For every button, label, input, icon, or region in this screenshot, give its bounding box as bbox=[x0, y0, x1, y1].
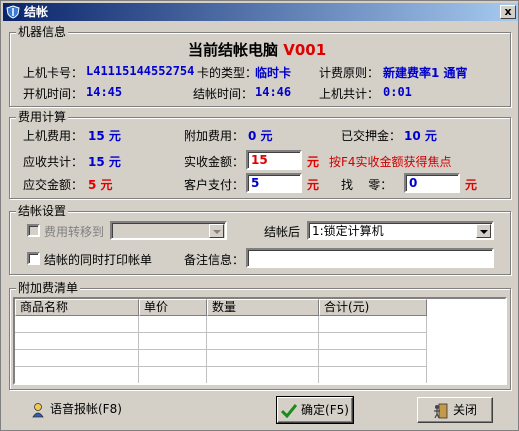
after-checkout-select[interactable]: 1:锁定计算机 bbox=[307, 221, 494, 240]
title-bar: 结帐 x bbox=[3, 3, 518, 21]
exit-door-icon bbox=[433, 403, 448, 418]
actual-amount-label: 实收金额： bbox=[184, 155, 245, 169]
total-time-label: 上机共计： bbox=[319, 87, 380, 101]
voice-report-label: 语音报帐(F8) bbox=[50, 402, 122, 416]
extra-fee-value: 0 元 bbox=[248, 129, 273, 143]
payable-value: 5 元 bbox=[88, 178, 113, 192]
total-time-value: 0:01 bbox=[383, 85, 412, 99]
change-label: 找 零： bbox=[341, 178, 393, 192]
fee-calc-group: 费用计算 上机费用： 15 元 附加费用： 0 元 已交押金： 10 元 应收共… bbox=[9, 110, 511, 199]
column-header-total[interactable]: 合计(元) bbox=[319, 299, 427, 316]
transfer-fee-label: 费用转移到 bbox=[44, 225, 105, 239]
start-time-label: 开机时间： bbox=[23, 87, 84, 101]
machine-info-legend: 机器信息 bbox=[16, 25, 69, 39]
receivable-label: 应收共计： bbox=[23, 155, 84, 169]
change-input[interactable]: 0 bbox=[404, 173, 460, 193]
extras-list-legend: 附加费清单 bbox=[16, 281, 81, 295]
remark-input[interactable] bbox=[246, 248, 494, 268]
usage-fee-label: 上机费用： bbox=[23, 129, 84, 143]
after-checkout-value: 1:锁定计算机 bbox=[312, 224, 384, 238]
speaker-person-icon bbox=[32, 402, 44, 417]
receivable-value: 15 元 bbox=[88, 155, 121, 169]
customer-paid-label: 客户支付： bbox=[184, 178, 245, 192]
row-divider bbox=[15, 349, 427, 350]
customer-paid-unit: 元 bbox=[307, 178, 320, 192]
start-time-value: 14:45 bbox=[86, 85, 123, 99]
actual-amount-input[interactable]: 15 bbox=[246, 150, 302, 170]
print-bill-checkbox[interactable] bbox=[27, 252, 40, 265]
confirm-button[interactable]: 确定(F5) bbox=[276, 396, 354, 424]
close-label: 关闭 bbox=[452, 403, 477, 417]
card-no-value: L41115144552754 bbox=[86, 64, 195, 78]
checkmark-icon bbox=[281, 403, 298, 418]
app-shield-icon bbox=[6, 5, 20, 19]
customer-paid-input[interactable]: 5 bbox=[246, 173, 302, 193]
remark-label: 备注信息： bbox=[184, 253, 245, 267]
current-pc-code: V001 bbox=[283, 41, 327, 59]
confirm-label: 确定(F5) bbox=[301, 403, 349, 417]
checkout-window: 结帐 x 机器信息 当前结帐电脑 V001 上机卡号： L41115144552… bbox=[0, 0, 519, 431]
column-header-price[interactable]: 单价 bbox=[139, 299, 207, 316]
transfer-target-select[interactable] bbox=[110, 221, 227, 240]
actual-amount-unit: 元 bbox=[307, 155, 320, 169]
f4-focus-hint: 按F4实收金额获得焦点 bbox=[329, 155, 452, 169]
row-divider bbox=[15, 332, 427, 333]
transfer-dropdown-arrow-icon[interactable] bbox=[209, 224, 224, 238]
change-unit: 元 bbox=[465, 178, 478, 192]
checkout-settings-group: 结帐设置 费用转移到 结帐后 1:锁定计算机 结帐的同时打印帐单 备注信息： bbox=[9, 204, 511, 275]
card-type-value: 临时卡 bbox=[255, 66, 292, 80]
extra-fee-label: 附加费用： bbox=[184, 129, 245, 143]
window-title: 结帐 bbox=[24, 5, 49, 19]
payable-label: 应交金额： bbox=[23, 178, 84, 192]
print-bill-label: 结帐的同时打印帐单 bbox=[44, 253, 153, 267]
checkout-settings-legend: 结帐设置 bbox=[16, 204, 69, 218]
after-checkout-label: 结帐后 bbox=[264, 225, 301, 239]
window-close-button[interactable]: x bbox=[500, 5, 516, 19]
deposit-value: 10 元 bbox=[404, 129, 437, 143]
card-type-label: 卡的类型： bbox=[197, 66, 258, 80]
transfer-fee-checkbox[interactable] bbox=[27, 224, 40, 237]
machine-info-group: 机器信息 当前结帐电脑 V001 上机卡号： L41115144552754 卡… bbox=[9, 25, 511, 107]
current-pc-heading-label: 当前结帐电脑 bbox=[188, 41, 279, 59]
usage-fee-value: 15 元 bbox=[88, 129, 121, 143]
billing-rule-label: 计费原则： bbox=[319, 66, 380, 80]
close-button[interactable]: 关闭 bbox=[417, 397, 493, 423]
row-divider bbox=[15, 366, 427, 367]
column-header-name[interactable]: 商品名称 bbox=[15, 299, 139, 316]
after-checkout-dropdown-arrow-icon[interactable] bbox=[476, 224, 491, 238]
column-header-qty[interactable]: 数量 bbox=[207, 299, 319, 316]
billing-rule-value: 新建费率1 通宵 bbox=[383, 66, 468, 80]
deposit-label: 已交押金： bbox=[341, 129, 402, 143]
extras-table[interactable]: 商品名称 单价 数量 合计(元) bbox=[13, 297, 507, 385]
card-no-label: 上机卡号： bbox=[23, 66, 84, 80]
checkout-time-label: 结帐时间： bbox=[193, 87, 254, 101]
checkout-time-value: 14:46 bbox=[255, 85, 292, 99]
voice-report-button[interactable]: 语音报帐(F8) bbox=[30, 399, 122, 419]
fee-calc-legend: 费用计算 bbox=[16, 110, 69, 124]
current-pc-heading: 当前结帐电脑 V001 bbox=[188, 39, 326, 60]
